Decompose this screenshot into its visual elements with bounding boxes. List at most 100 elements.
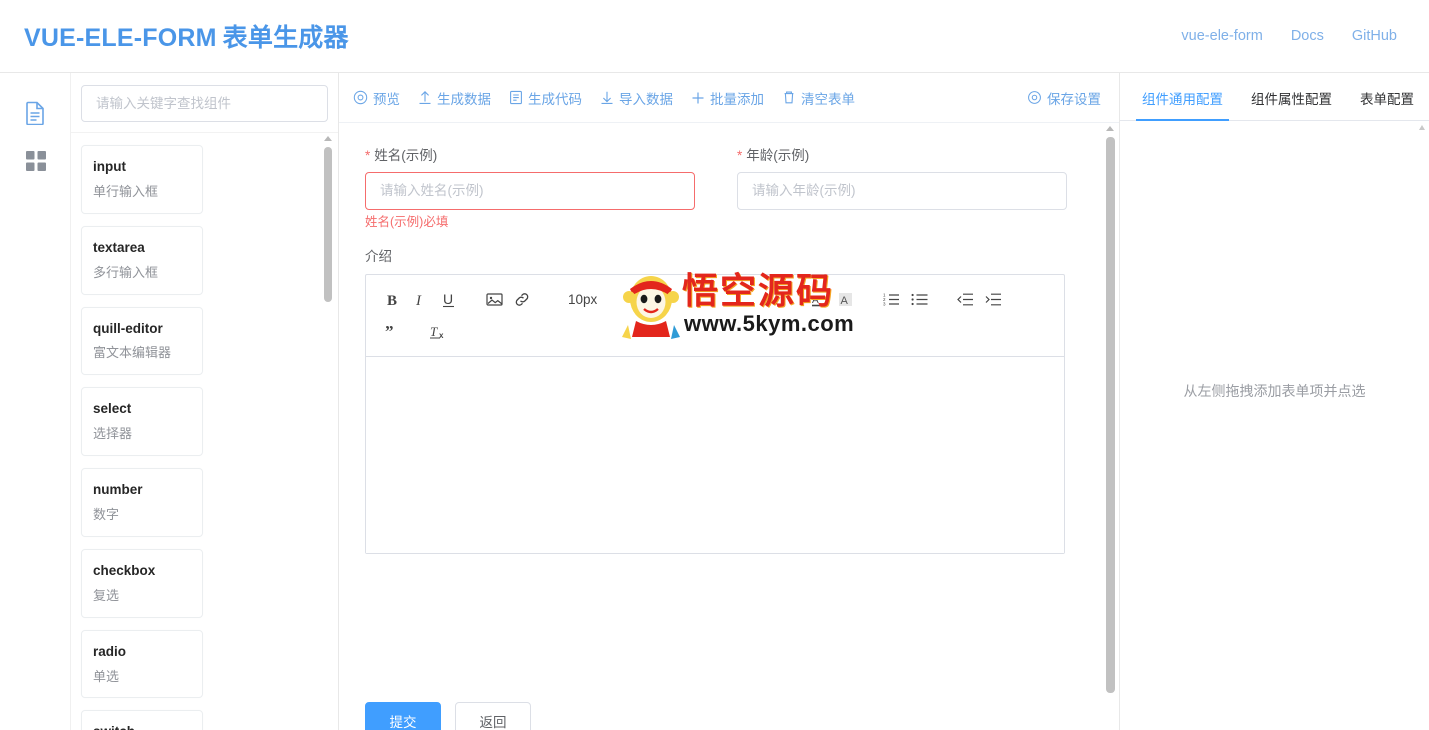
tab-property-config[interactable]: 组件属性配置 xyxy=(1237,88,1346,120)
preview-button[interactable]: 预览 xyxy=(353,88,400,108)
component-card[interactable]: select 选择器 xyxy=(81,387,203,456)
component-card-name: quill-editor xyxy=(93,320,191,339)
svg-text:A: A xyxy=(812,295,819,306)
form-canvas-container: *姓名(示例) 姓名(示例)必填 *年龄(示例) 介绍 xyxy=(339,123,1119,730)
batch-add-label: 批量添加 xyxy=(710,88,764,108)
required-asterisk: * xyxy=(365,148,370,163)
component-card[interactable]: checkbox复选 xyxy=(81,549,203,618)
submit-button[interactable]: 提交 xyxy=(365,702,441,730)
preview-label: 预览 xyxy=(373,88,400,108)
component-card-name: input xyxy=(93,158,191,177)
component-panel: input单行输入框 textarea多行输入框 quill-editor富文本编辑… xyxy=(71,73,339,730)
rail-item-form[interactable] xyxy=(0,89,71,137)
font-size-select[interactable]: 10px xyxy=(562,292,603,307)
download-icon xyxy=(600,90,614,105)
link-icon[interactable] xyxy=(508,287,536,313)
component-card[interactable]: quill-editor富文本编辑器 xyxy=(81,307,203,376)
search-input[interactable] xyxy=(81,85,328,122)
scroll-thumb[interactable] xyxy=(1106,137,1115,693)
component-list-scrollbar[interactable] xyxy=(324,133,332,730)
clear-format-icon[interactable]: T x xyxy=(424,319,452,345)
import-data-button[interactable]: 导入数据 xyxy=(600,88,673,108)
component-card-desc: 选择器 xyxy=(93,426,191,443)
gear-icon xyxy=(1027,90,1042,105)
scroll-up-arrow-icon[interactable] xyxy=(1419,125,1425,130)
component-card-desc: 数字 xyxy=(93,507,191,524)
save-settings-button[interactable]: 保存设置 xyxy=(1027,88,1101,108)
tab-form-config[interactable]: 表单配置 xyxy=(1346,88,1428,120)
component-card-name: checkbox xyxy=(93,562,191,581)
generate-data-label: 生成数据 xyxy=(437,88,491,108)
background-color-icon[interactable]: A xyxy=(831,287,859,313)
generate-code-button[interactable]: 生成代码 xyxy=(509,88,582,108)
editor-content-area[interactable] xyxy=(366,357,1064,553)
component-card-name: number xyxy=(93,481,191,500)
svg-text:”: ” xyxy=(385,324,394,340)
nav-link-vue-ele-form[interactable]: vue-ele-form xyxy=(1181,28,1262,44)
tab-common-config[interactable]: 组件通用配置 xyxy=(1128,88,1237,120)
quill-editor: B I U xyxy=(365,274,1065,554)
component-card-name: select xyxy=(93,400,191,419)
italic-icon[interactable]: I xyxy=(406,287,434,313)
form-item-age-label: *年龄(示例) xyxy=(737,149,1067,163)
editor-toolbar-row-1: B I U xyxy=(378,284,1052,316)
upload-icon xyxy=(418,90,432,105)
svg-text:U: U xyxy=(443,292,453,307)
component-card-name: switch xyxy=(93,723,191,730)
canvas-toolbar: 预览 生成数据 生成代码 xyxy=(339,73,1119,123)
bold-icon[interactable]: B xyxy=(378,287,406,313)
rail-item-components[interactable] xyxy=(0,137,71,185)
back-button[interactable]: 返回 xyxy=(455,702,531,730)
age-field[interactable] xyxy=(737,172,1067,210)
nav-link-github[interactable]: GitHub xyxy=(1352,28,1397,44)
scroll-up-arrow-icon[interactable] xyxy=(1106,126,1114,131)
form-item-name: * 姓名(示例) 姓名(示例)必填 xyxy=(365,149,695,228)
svg-text:A: A xyxy=(840,295,848,307)
brand-cn: 表单生成器 xyxy=(223,24,349,52)
blockquote-icon[interactable]: ” xyxy=(378,319,406,345)
name-field[interactable] xyxy=(365,172,695,210)
ordered-list-icon[interactable]: 1 2 3 xyxy=(877,287,905,313)
document-icon xyxy=(25,101,46,125)
config-panel: 组件通用配置 组件属性配置 表单配置 从左侧拖拽添加表单项并点选 xyxy=(1120,73,1429,730)
grid-icon xyxy=(26,151,46,171)
batch-add-button[interactable]: 批量添加 xyxy=(691,88,764,108)
component-card[interactable]: input单行输入框 xyxy=(81,145,203,214)
component-card[interactable]: textarea多行输入框 xyxy=(81,226,203,295)
component-card[interactable]: switch开关 xyxy=(81,710,203,730)
scroll-up-arrow-icon[interactable] xyxy=(324,136,332,141)
form-item-age-label-text: 年龄(示例) xyxy=(746,148,809,163)
component-card[interactable]: radio单选 xyxy=(81,630,203,699)
form-item-name-label-text: 姓名(示例) xyxy=(374,148,437,163)
component-list: input单行输入框 textarea多行输入框 quill-editor富文本编辑… xyxy=(71,133,338,730)
config-scrollbar[interactable] xyxy=(1419,125,1426,730)
generate-data-button[interactable]: 生成数据 xyxy=(418,88,491,108)
canvas-scrollbar[interactable] xyxy=(1106,123,1115,730)
config-panel-body: 从左侧拖拽添加表单项并点选 xyxy=(1120,121,1429,730)
form-item-age: *年龄(示例) xyxy=(737,149,1067,228)
form-item-intro: 介绍 B I U xyxy=(365,250,1091,554)
form-canvas-column: 预览 生成数据 生成代码 xyxy=(339,73,1120,730)
clear-form-label: 清空表单 xyxy=(801,88,855,108)
component-card-desc: 单选 xyxy=(93,669,191,686)
import-data-label: 导入数据 xyxy=(619,88,673,108)
underline-icon[interactable]: U xyxy=(434,287,462,313)
clear-form-button[interactable]: 清空表单 xyxy=(782,88,855,108)
outdent-icon[interactable] xyxy=(951,287,979,313)
indent-icon[interactable] xyxy=(979,287,1007,313)
nav-link-docs[interactable]: Docs xyxy=(1291,28,1324,44)
svg-text:I: I xyxy=(415,293,422,308)
svg-text:T: T xyxy=(430,324,438,339)
text-color-icon[interactable]: A xyxy=(803,287,831,313)
image-icon[interactable] xyxy=(480,287,508,313)
bullet-list-icon[interactable] xyxy=(905,287,933,313)
component-search-wrap xyxy=(71,73,338,132)
form-item-name-label: * 姓名(示例) xyxy=(365,149,695,163)
component-card-desc: 多行输入框 xyxy=(93,265,191,282)
left-icon-rail xyxy=(0,73,71,730)
config-empty-state: 从左侧拖拽添加表单项并点选 xyxy=(1184,381,1366,401)
component-card[interactable]: number 数字 xyxy=(81,468,203,537)
name-field-error: 姓名(示例)必填 xyxy=(365,216,695,229)
form-generator-app: VUE-ELE-FORM表单生成器 vue-ele-form Docs GitH… xyxy=(0,0,1429,730)
scroll-thumb[interactable] xyxy=(324,147,332,302)
